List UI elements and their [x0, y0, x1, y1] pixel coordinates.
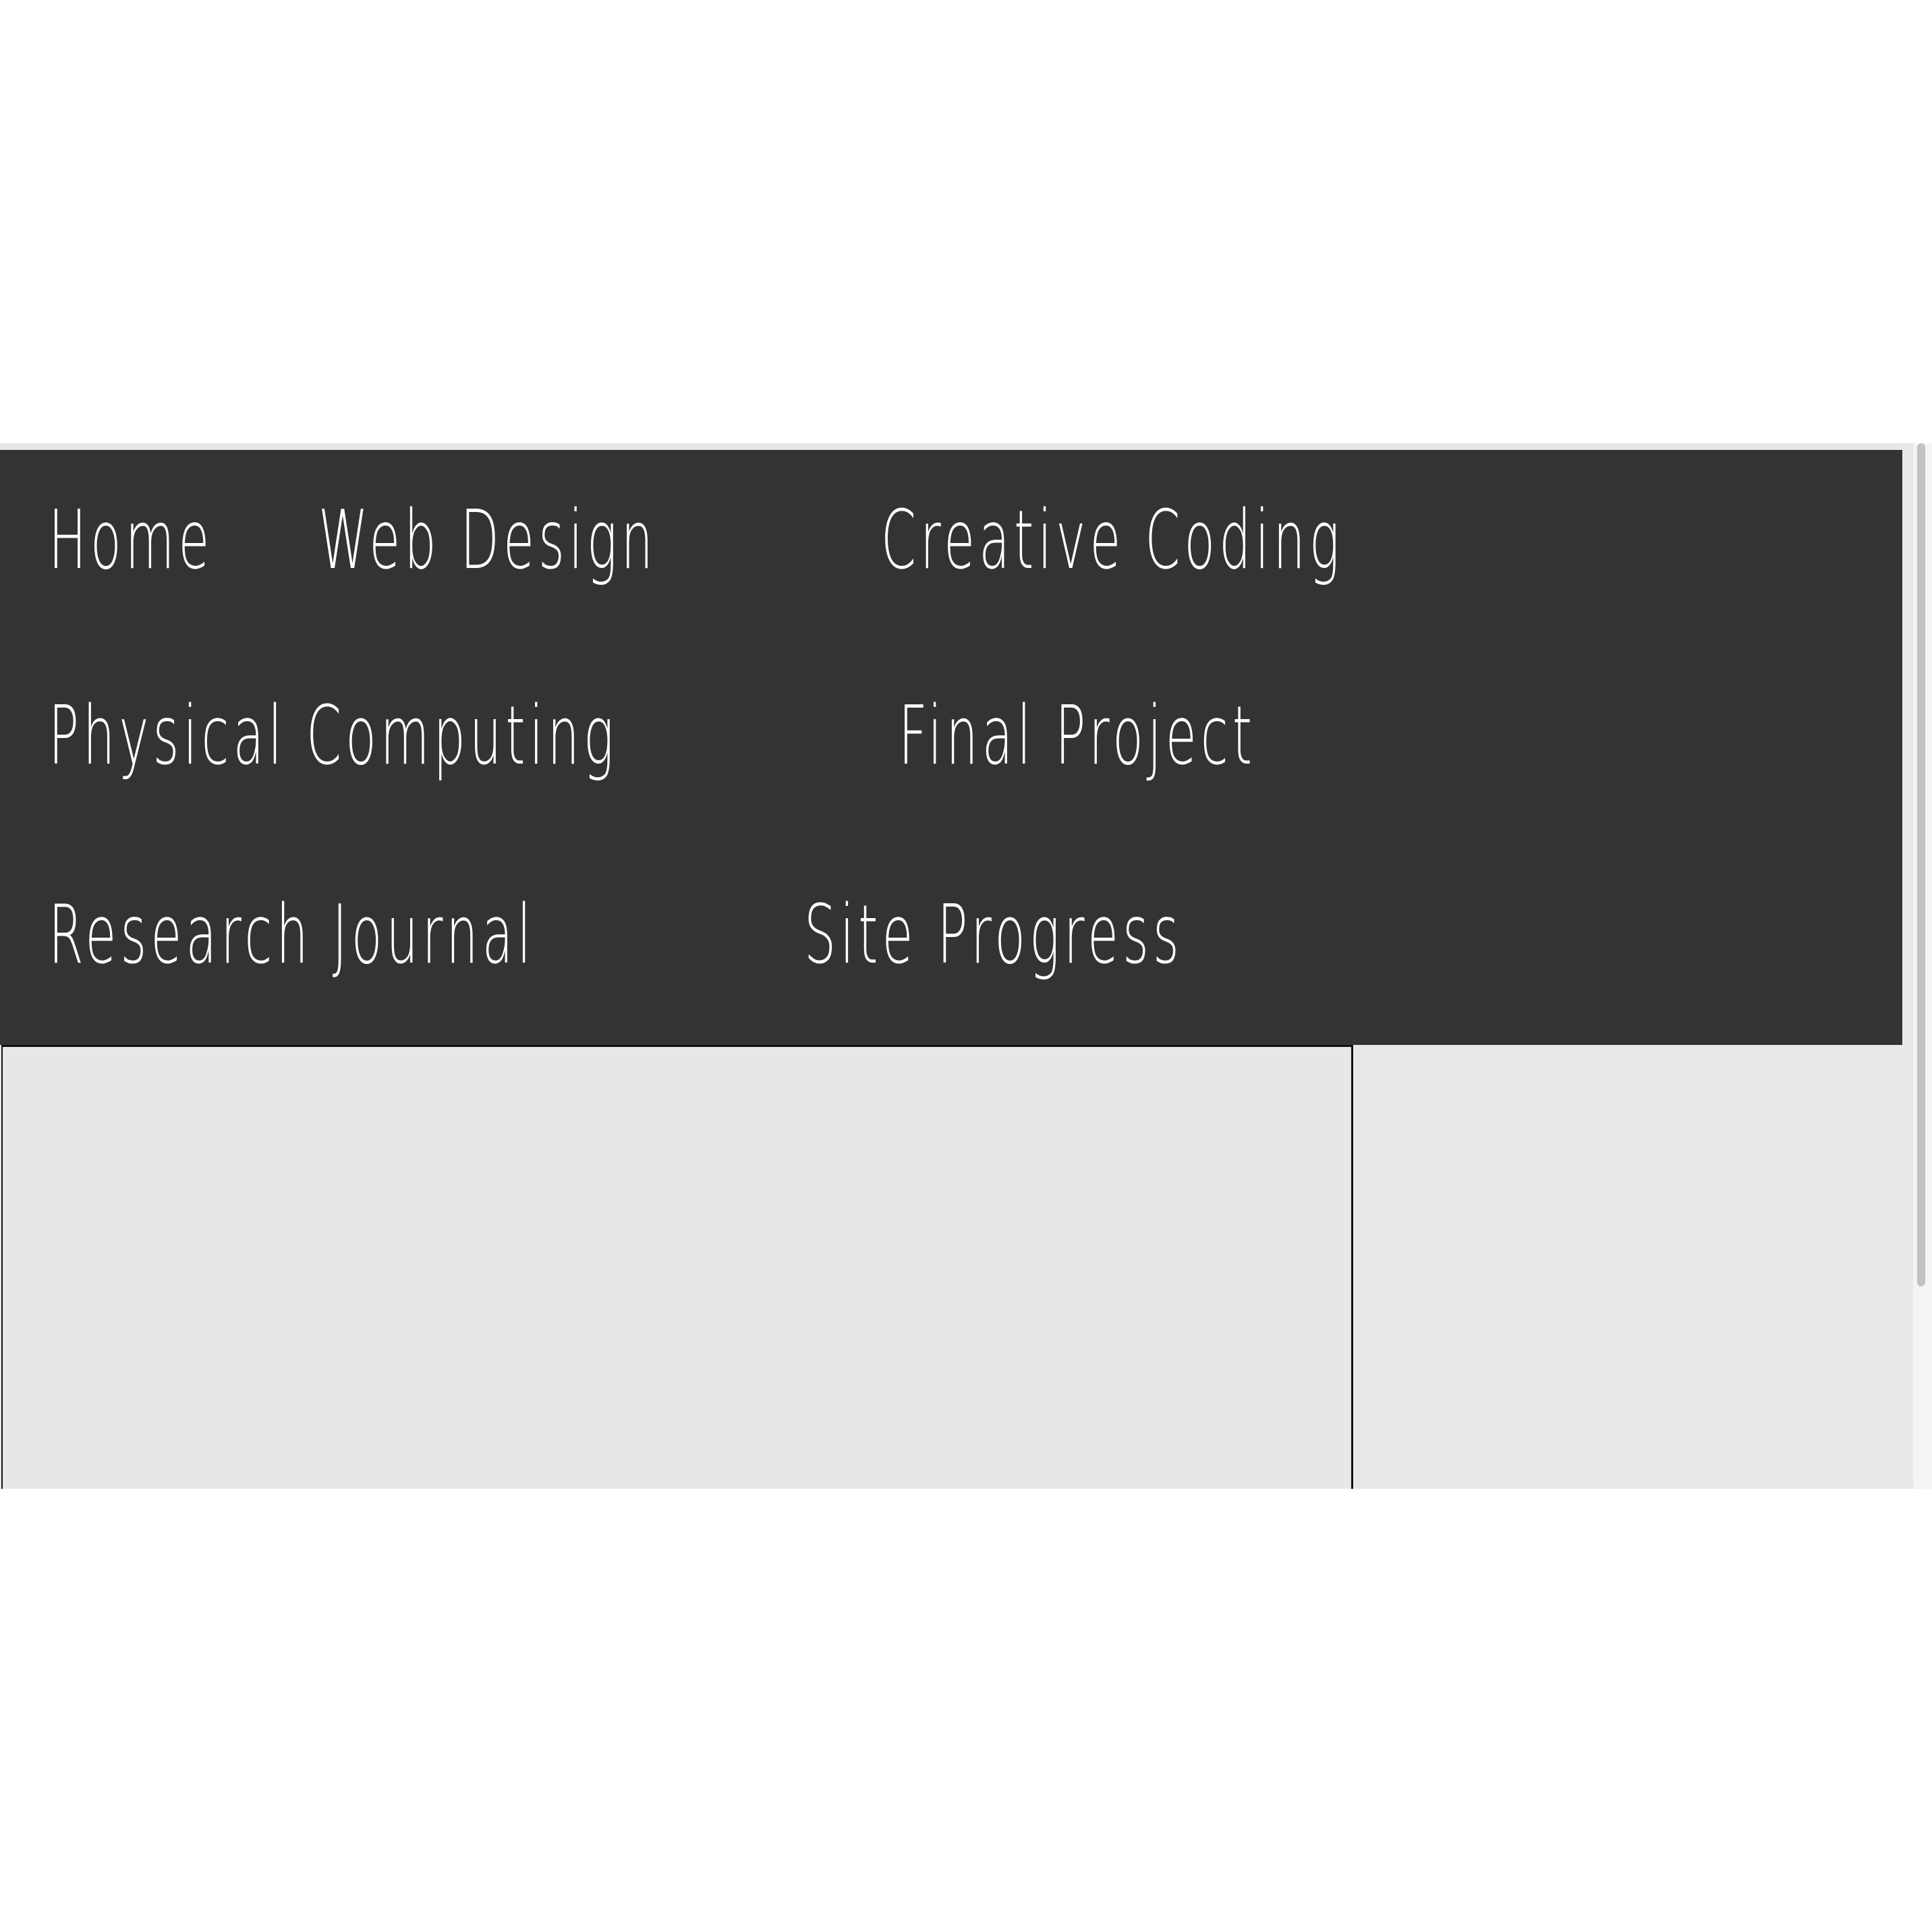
nav-link-creative-coding[interactable]: Creative Coding [881, 501, 1340, 581]
nav-link-physical-computing[interactable]: Physical Computing [49, 696, 614, 777]
nav-link-final-project[interactable]: Final Project [899, 696, 1252, 777]
sidebar-panel [1354, 1045, 1910, 1489]
page-viewport: Home Web Design Creative Coding Physical… [0, 443, 1932, 1489]
main-navigation: Home Web Design Creative Coding Physical… [0, 450, 1902, 1045]
nav-row-3: Research Journal Site Progress [49, 875, 1270, 996]
main-content-panel [1, 1045, 1353, 1489]
nav-link-site-progress[interactable]: Site Progress [804, 895, 1179, 976]
nav-link-research-journal[interactable]: Research Journal [49, 895, 531, 976]
nav-link-web-design[interactable]: Web Design [318, 501, 653, 581]
top-border [0, 443, 1902, 450]
nav-row-1: Home Web Design Creative Coding [49, 480, 1427, 602]
nav-link-home[interactable]: Home [49, 501, 209, 581]
scrollbar-thumb[interactable] [1917, 443, 1925, 1286]
nav-row-2: Physical Computing Final Project [49, 676, 1364, 797]
